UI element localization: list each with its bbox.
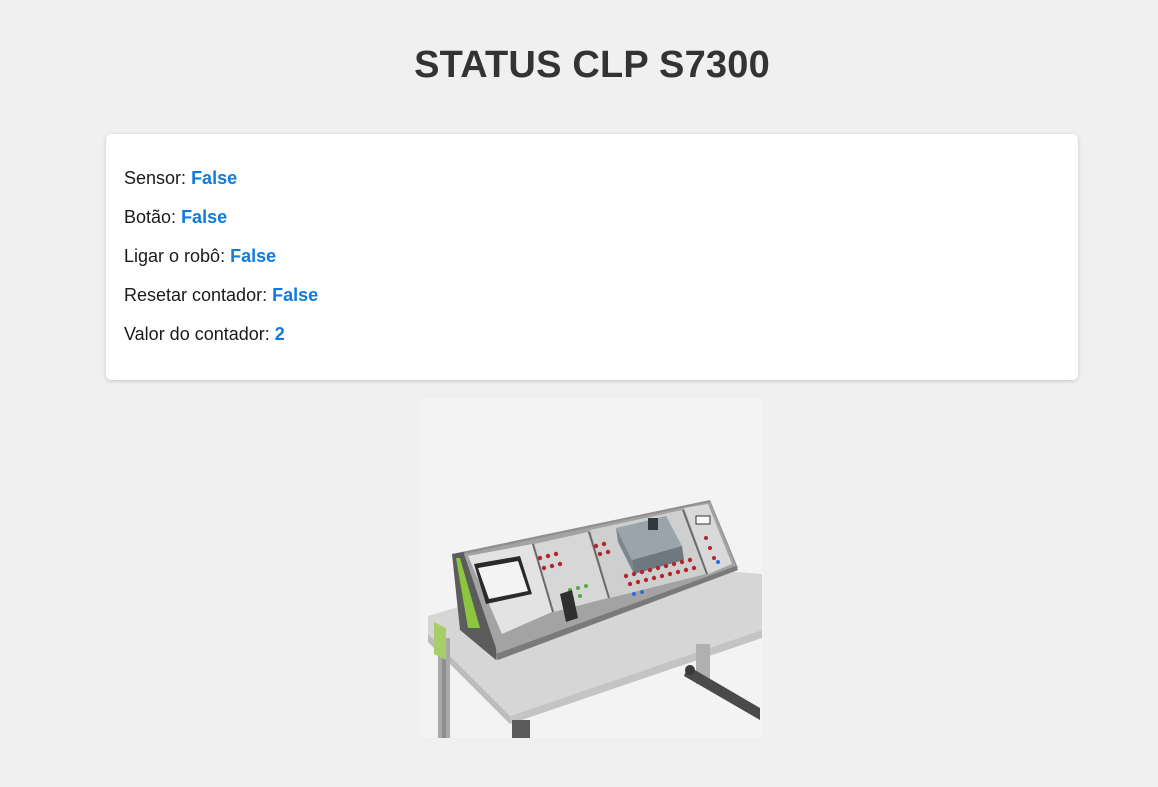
workbench-illustration [428, 500, 762, 738]
status-label: Botão: [124, 207, 177, 227]
status-label: Ligar o robô: [124, 246, 226, 266]
status-label: Valor do contador: [124, 324, 270, 344]
status-value: 2 [274, 324, 285, 344]
status-value: False [191, 168, 238, 188]
status-row-ligar-robo: Ligar o robô: False [124, 246, 1060, 285]
status-label: Resetar contador: [124, 285, 268, 305]
status-row-valor-contador: Valor do contador: 2 [124, 324, 1060, 363]
status-row-sensor: Sensor: False [124, 168, 1060, 207]
status-label: Sensor: [124, 168, 187, 188]
status-value: False [181, 207, 228, 227]
status-value: False [230, 246, 277, 266]
status-card: Sensor: False Botão: False Ligar o robô:… [106, 134, 1078, 380]
status-value: False [272, 285, 319, 305]
plc-workbench-image [420, 398, 763, 738]
page-title: STATUS CLP S7300 [414, 44, 770, 86]
status-row-resetar-contador: Resetar contador: False [124, 285, 1060, 324]
status-row-botao: Botão: False [124, 207, 1060, 246]
